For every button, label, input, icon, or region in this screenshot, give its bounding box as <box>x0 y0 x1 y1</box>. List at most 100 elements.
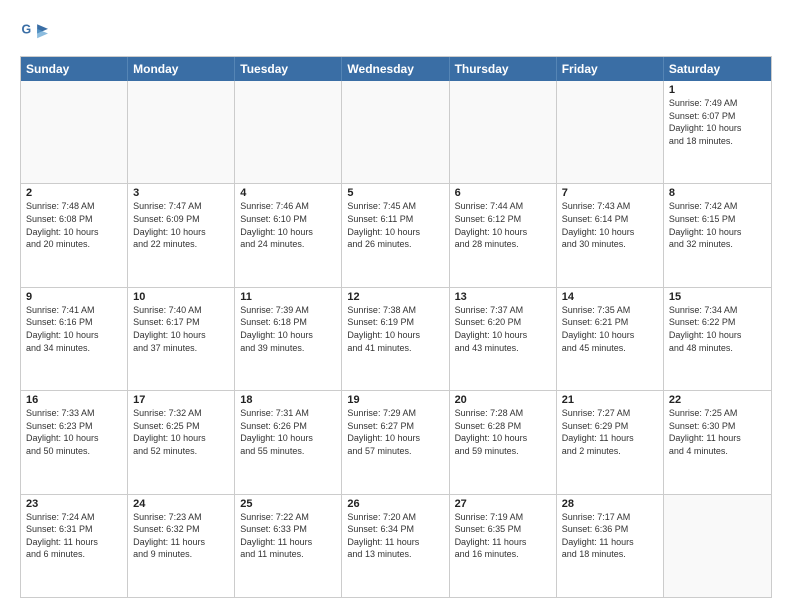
day-number: 13 <box>455 291 551 303</box>
logo: G <box>20 18 50 46</box>
weekday-header: Thursday <box>450 57 557 81</box>
day-number: 1 <box>669 84 766 96</box>
day-number: 10 <box>133 291 229 303</box>
day-info: Sunrise: 7:40 AM Sunset: 6:17 PM Dayligh… <box>133 304 229 354</box>
calendar-day-cell: 14Sunrise: 7:35 AM Sunset: 6:21 PM Dayli… <box>557 288 664 390</box>
day-number: 7 <box>562 187 658 199</box>
day-number: 6 <box>455 187 551 199</box>
day-info: Sunrise: 7:19 AM Sunset: 6:35 PM Dayligh… <box>455 511 551 561</box>
calendar-empty-cell <box>128 81 235 183</box>
day-info: Sunrise: 7:31 AM Sunset: 6:26 PM Dayligh… <box>240 407 336 457</box>
calendar-day-cell: 22Sunrise: 7:25 AM Sunset: 6:30 PM Dayli… <box>664 391 771 493</box>
calendar-day-cell: 2Sunrise: 7:48 AM Sunset: 6:08 PM Daylig… <box>21 184 128 286</box>
calendar-day-cell: 23Sunrise: 7:24 AM Sunset: 6:31 PM Dayli… <box>21 495 128 597</box>
calendar-empty-cell <box>557 81 664 183</box>
day-number: 4 <box>240 187 336 199</box>
calendar-row: 1Sunrise: 7:49 AM Sunset: 6:07 PM Daylig… <box>21 81 771 183</box>
day-number: 15 <box>669 291 766 303</box>
day-info: Sunrise: 7:38 AM Sunset: 6:19 PM Dayligh… <box>347 304 443 354</box>
day-number: 5 <box>347 187 443 199</box>
day-info: Sunrise: 7:35 AM Sunset: 6:21 PM Dayligh… <box>562 304 658 354</box>
weekday-header: Tuesday <box>235 57 342 81</box>
calendar-day-cell: 16Sunrise: 7:33 AM Sunset: 6:23 PM Dayli… <box>21 391 128 493</box>
day-number: 27 <box>455 498 551 510</box>
calendar-empty-cell <box>342 81 449 183</box>
weekday-header: Sunday <box>21 57 128 81</box>
calendar-empty-cell <box>235 81 342 183</box>
day-info: Sunrise: 7:39 AM Sunset: 6:18 PM Dayligh… <box>240 304 336 354</box>
calendar-day-cell: 1Sunrise: 7:49 AM Sunset: 6:07 PM Daylig… <box>664 81 771 183</box>
calendar-empty-cell <box>664 495 771 597</box>
calendar-day-cell: 12Sunrise: 7:38 AM Sunset: 6:19 PM Dayli… <box>342 288 449 390</box>
calendar-day-cell: 10Sunrise: 7:40 AM Sunset: 6:17 PM Dayli… <box>128 288 235 390</box>
day-number: 20 <box>455 394 551 406</box>
day-info: Sunrise: 7:41 AM Sunset: 6:16 PM Dayligh… <box>26 304 122 354</box>
day-number: 18 <box>240 394 336 406</box>
day-info: Sunrise: 7:28 AM Sunset: 6:28 PM Dayligh… <box>455 407 551 457</box>
day-number: 17 <box>133 394 229 406</box>
day-number: 9 <box>26 291 122 303</box>
day-info: Sunrise: 7:17 AM Sunset: 6:36 PM Dayligh… <box>562 511 658 561</box>
calendar-day-cell: 20Sunrise: 7:28 AM Sunset: 6:28 PM Dayli… <box>450 391 557 493</box>
day-info: Sunrise: 7:48 AM Sunset: 6:08 PM Dayligh… <box>26 200 122 250</box>
day-info: Sunrise: 7:42 AM Sunset: 6:15 PM Dayligh… <box>669 200 766 250</box>
calendar-day-cell: 21Sunrise: 7:27 AM Sunset: 6:29 PM Dayli… <box>557 391 664 493</box>
day-number: 19 <box>347 394 443 406</box>
day-info: Sunrise: 7:47 AM Sunset: 6:09 PM Dayligh… <box>133 200 229 250</box>
calendar-row: 16Sunrise: 7:33 AM Sunset: 6:23 PM Dayli… <box>21 390 771 493</box>
calendar-empty-cell <box>450 81 557 183</box>
calendar-day-cell: 7Sunrise: 7:43 AM Sunset: 6:14 PM Daylig… <box>557 184 664 286</box>
day-number: 12 <box>347 291 443 303</box>
day-info: Sunrise: 7:45 AM Sunset: 6:11 PM Dayligh… <box>347 200 443 250</box>
calendar: SundayMondayTuesdayWednesdayThursdayFrid… <box>20 56 772 598</box>
weekday-header: Wednesday <box>342 57 449 81</box>
calendar-row: 2Sunrise: 7:48 AM Sunset: 6:08 PM Daylig… <box>21 183 771 286</box>
day-info: Sunrise: 7:22 AM Sunset: 6:33 PM Dayligh… <box>240 511 336 561</box>
day-number: 2 <box>26 187 122 199</box>
calendar-day-cell: 15Sunrise: 7:34 AM Sunset: 6:22 PM Dayli… <box>664 288 771 390</box>
calendar-day-cell: 24Sunrise: 7:23 AM Sunset: 6:32 PM Dayli… <box>128 495 235 597</box>
day-info: Sunrise: 7:46 AM Sunset: 6:10 PM Dayligh… <box>240 200 336 250</box>
calendar-day-cell: 4Sunrise: 7:46 AM Sunset: 6:10 PM Daylig… <box>235 184 342 286</box>
day-info: Sunrise: 7:23 AM Sunset: 6:32 PM Dayligh… <box>133 511 229 561</box>
calendar-page: G SundayMondayTuesdayWednesdayThursdayFr… <box>0 0 792 612</box>
day-info: Sunrise: 7:32 AM Sunset: 6:25 PM Dayligh… <box>133 407 229 457</box>
day-info: Sunrise: 7:27 AM Sunset: 6:29 PM Dayligh… <box>562 407 658 457</box>
calendar-row: 23Sunrise: 7:24 AM Sunset: 6:31 PM Dayli… <box>21 494 771 597</box>
calendar-day-cell: 13Sunrise: 7:37 AM Sunset: 6:20 PM Dayli… <box>450 288 557 390</box>
day-number: 25 <box>240 498 336 510</box>
calendar-day-cell: 28Sunrise: 7:17 AM Sunset: 6:36 PM Dayli… <box>557 495 664 597</box>
day-info: Sunrise: 7:34 AM Sunset: 6:22 PM Dayligh… <box>669 304 766 354</box>
day-info: Sunrise: 7:29 AM Sunset: 6:27 PM Dayligh… <box>347 407 443 457</box>
day-number: 14 <box>562 291 658 303</box>
calendar-day-cell: 25Sunrise: 7:22 AM Sunset: 6:33 PM Dayli… <box>235 495 342 597</box>
weekday-header: Friday <box>557 57 664 81</box>
calendar-day-cell: 3Sunrise: 7:47 AM Sunset: 6:09 PM Daylig… <box>128 184 235 286</box>
day-info: Sunrise: 7:44 AM Sunset: 6:12 PM Dayligh… <box>455 200 551 250</box>
calendar-day-cell: 6Sunrise: 7:44 AM Sunset: 6:12 PM Daylig… <box>450 184 557 286</box>
header: G <box>20 18 772 46</box>
calendar-header: SundayMondayTuesdayWednesdayThursdayFrid… <box>21 57 771 81</box>
weekday-header: Monday <box>128 57 235 81</box>
calendar-day-cell: 27Sunrise: 7:19 AM Sunset: 6:35 PM Dayli… <box>450 495 557 597</box>
day-info: Sunrise: 7:24 AM Sunset: 6:31 PM Dayligh… <box>26 511 122 561</box>
calendar-day-cell: 26Sunrise: 7:20 AM Sunset: 6:34 PM Dayli… <box>342 495 449 597</box>
day-info: Sunrise: 7:25 AM Sunset: 6:30 PM Dayligh… <box>669 407 766 457</box>
svg-text:G: G <box>22 23 32 37</box>
day-number: 21 <box>562 394 658 406</box>
day-number: 26 <box>347 498 443 510</box>
day-info: Sunrise: 7:20 AM Sunset: 6:34 PM Dayligh… <box>347 511 443 561</box>
day-info: Sunrise: 7:43 AM Sunset: 6:14 PM Dayligh… <box>562 200 658 250</box>
day-number: 24 <box>133 498 229 510</box>
day-number: 3 <box>133 187 229 199</box>
calendar-row: 9Sunrise: 7:41 AM Sunset: 6:16 PM Daylig… <box>21 287 771 390</box>
calendar-day-cell: 9Sunrise: 7:41 AM Sunset: 6:16 PM Daylig… <box>21 288 128 390</box>
calendar-day-cell: 8Sunrise: 7:42 AM Sunset: 6:15 PM Daylig… <box>664 184 771 286</box>
calendar-day-cell: 5Sunrise: 7:45 AM Sunset: 6:11 PM Daylig… <box>342 184 449 286</box>
day-number: 23 <box>26 498 122 510</box>
day-number: 22 <box>669 394 766 406</box>
calendar-day-cell: 18Sunrise: 7:31 AM Sunset: 6:26 PM Dayli… <box>235 391 342 493</box>
day-info: Sunrise: 7:49 AM Sunset: 6:07 PM Dayligh… <box>669 97 766 147</box>
calendar-day-cell: 17Sunrise: 7:32 AM Sunset: 6:25 PM Dayli… <box>128 391 235 493</box>
day-info: Sunrise: 7:37 AM Sunset: 6:20 PM Dayligh… <box>455 304 551 354</box>
